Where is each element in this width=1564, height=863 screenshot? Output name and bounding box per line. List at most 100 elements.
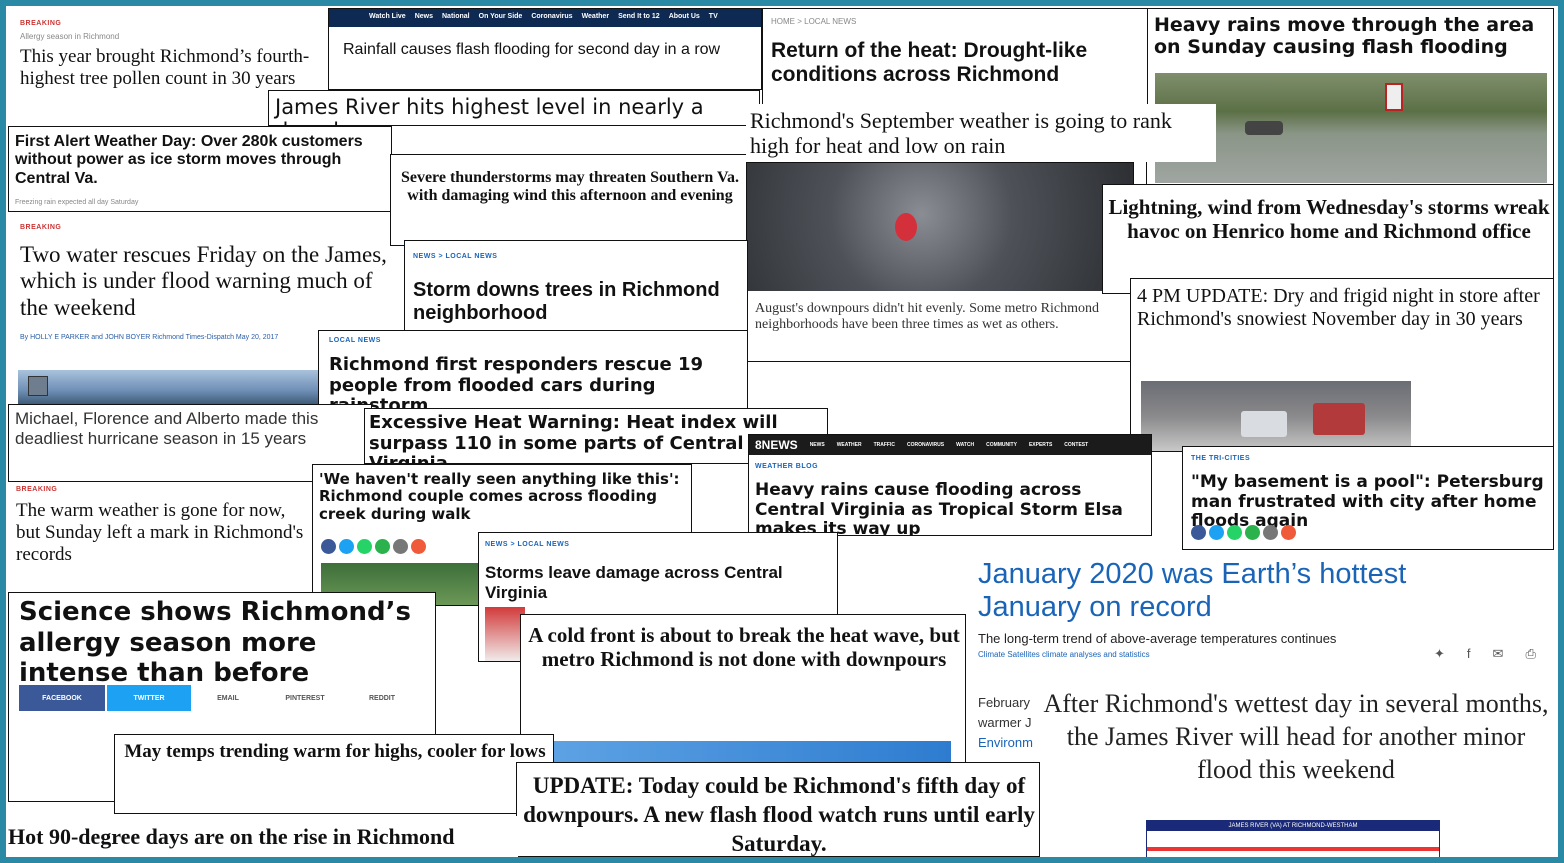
headline-card-ice-storm[interactable]: First Alert Weather Day: Over 280k custo… [8, 126, 392, 212]
nav-community[interactable]: COMMUNITY [986, 442, 1017, 448]
headline: Richmond first responders rescue 19 peop… [329, 354, 704, 412]
headline: "My basement is a pool": Petersburg man … [1191, 472, 1544, 532]
headline: After Richmond's wettest day in several … [1043, 689, 1549, 784]
subhead: Freezing rain expected all day Saturday [15, 199, 139, 206]
sky-photo [551, 741, 951, 763]
share-icons [1191, 525, 1296, 540]
twitter-icon[interactable]: ✦ [1434, 646, 1445, 662]
share-icons: ✦ f ✉ ⎙ [1434, 646, 1536, 662]
whatsapp-icon[interactable] [1227, 525, 1242, 540]
print-icon[interactable]: ⎙ [1525, 646, 1535, 662]
snow-street-photo [1141, 381, 1411, 451]
headline-card-petersburg-basement[interactable]: THE TRI-CITIES "My basement is a pool": … [1182, 446, 1554, 550]
headline-card-rainfall-flash-flooding[interactable]: Watch Live News National On Your Side Co… [328, 8, 762, 90]
headline-card-snowiest-november[interactable]: 4 PM UPDATE: Dry and frigid night in sto… [1130, 278, 1554, 452]
nav-send-it[interactable]: Send It to 12 [618, 13, 660, 20]
headline-card-fifth-day-downpours[interactable]: UPDATE: Today could be Richmond's fifth … [516, 762, 1040, 857]
caption: August's downpours didn't hit evenly. So… [755, 301, 1100, 333]
nav-watch[interactable]: WATCH [956, 442, 974, 448]
article-fragment[interactable]: Environm [978, 735, 1033, 750]
kicker: LOCAL NEWS [329, 337, 381, 344]
more-icon[interactable] [1281, 525, 1296, 540]
collage: BREAKING Allergy season in Richmond This… [6, 6, 1558, 857]
twitter-icon[interactable] [339, 539, 354, 554]
nav-coronavirus[interactable]: CORONAVIRUS [907, 442, 944, 448]
article-fragment: warmer J [978, 715, 1032, 730]
breadcrumb: NEWS > LOCAL NEWS [413, 253, 498, 260]
headline-card-hot-90-degree-days[interactable]: Hot 90-degree days are on the rise in Ri… [8, 816, 518, 857]
nav-news[interactable]: NEWS [810, 442, 825, 448]
site-nav: Watch Live News National On Your Side Co… [369, 13, 718, 20]
headline: Hot 90-degree days are on the rise in Ri… [8, 824, 455, 849]
facebook-icon[interactable] [321, 539, 336, 554]
headline: Two water rescues Friday on the James, w… [20, 242, 387, 320]
headline: Lightning, wind from Wednesday's storms … [1108, 195, 1550, 244]
email-icon[interactable] [1263, 525, 1278, 540]
email-icon[interactable]: ✉ [1493, 646, 1504, 662]
email-icon[interactable] [393, 539, 408, 554]
facebook-icon[interactable]: f [1467, 646, 1471, 662]
headline-card-august-downpours[interactable]: August's downpours didn't hit evenly. So… [746, 162, 1134, 362]
tags[interactable]: Climate Satellites climate analyses and … [978, 650, 1150, 660]
headline-card-warm-weather-gone[interactable]: BREAKING The warm weather is gone for no… [8, 482, 312, 600]
more-icon[interactable] [411, 539, 426, 554]
facebook-button[interactable]: FACEBOOK [19, 685, 105, 711]
nav-weather[interactable]: WEATHER [837, 442, 862, 448]
headline-card-may-temps[interactable]: May temps trending warm for highs, coole… [114, 734, 554, 814]
headline: A cold front is about to break the heat … [528, 623, 960, 672]
email-button[interactable]: EMAIL [193, 685, 263, 711]
river-gauge-chart: JAMES RIVER (VA) AT RICHMOND-WESTHAM [1146, 820, 1440, 857]
headline-card-tropical-storm-elsa[interactable]: 8NEWS NEWS WEATHER TRAFFIC CORONAVIRUS W… [748, 434, 1152, 536]
kicker: THE TRI-CITIES [1191, 455, 1251, 462]
kicker: WEATHER BLOG [755, 463, 819, 470]
facebook-icon[interactable] [1191, 525, 1206, 540]
headline: Storms leave damage across Central Virgi… [485, 563, 783, 602]
headline-card-wettest-day[interactable]: After Richmond's wettest day in several … [1038, 682, 1554, 857]
nav-coronavirus[interactable]: Coronavirus [531, 13, 572, 20]
nav-news[interactable]: News [415, 13, 433, 20]
headline-card-james-river-level[interactable]: James River hits highest level in nearly… [268, 90, 760, 126]
headline: Michael, Florence and Alberto made this … [15, 409, 319, 448]
headline: January 2020 was Earth’s hottest January… [978, 558, 1407, 624]
share-icons [321, 539, 426, 554]
nav-on-your-side[interactable]: On Your Side [479, 13, 523, 20]
sms-icon[interactable] [375, 539, 390, 554]
headline: Rainfall causes flash flooding for secon… [343, 41, 721, 58]
subhead: Allergy season in Richmond [20, 32, 120, 41]
nav-traffic[interactable]: TRAFFIC [874, 442, 895, 448]
kicker: BREAKING [20, 20, 62, 27]
nav-about-us[interactable]: About Us [669, 13, 700, 20]
whatsapp-icon[interactable] [357, 539, 372, 554]
twitter-button[interactable]: TWITTER [107, 685, 191, 711]
headline: 'We haven't really seen anything like th… [319, 470, 680, 523]
rain-window-photo [747, 163, 1133, 291]
kicker: BREAKING [16, 486, 58, 493]
headline-card-storm-downs-trees[interactable]: NEWS > LOCAL NEWS Storm downs trees in R… [404, 240, 748, 332]
headline-card-severe-thunderstorms[interactable]: Severe thunderstorms may threaten Southe… [390, 154, 748, 246]
headline: 4 PM UPDATE: Dry and frigid night in sto… [1137, 285, 1540, 330]
nav-experts[interactable]: EXPERTS [1029, 442, 1052, 448]
headline-card-september-weather[interactable]: Richmond's September weather is going to… [746, 104, 1216, 162]
headline: Storm downs trees in Richmond neighborho… [413, 279, 720, 324]
site-logo[interactable]: 8NEWS [755, 438, 798, 452]
headline: Richmond's September weather is going to… [750, 108, 1172, 159]
headline: Heavy rains cause flooding across Centra… [755, 480, 1123, 536]
headline-card-cold-front[interactable]: A cold front is about to break the heat … [520, 614, 966, 764]
headline: Return of the heat: Drought-like conditi… [771, 39, 1088, 87]
headline: First Alert Weather Day: Over 280k custo… [15, 133, 363, 187]
nav-national[interactable]: National [442, 13, 470, 20]
breadcrumb: NEWS > LOCAL NEWS [485, 541, 570, 548]
pinterest-button[interactable]: PINTEREST [265, 685, 345, 711]
flood-stage-line [1147, 847, 1439, 851]
subhead: The long-term trend of above-average tem… [978, 631, 1337, 646]
headline: Heavy rains move through the area on Sun… [1154, 14, 1535, 58]
twitter-icon[interactable] [1209, 525, 1224, 540]
nav-contest[interactable]: CONTEST [1064, 442, 1088, 448]
nav-weather[interactable]: Weather [582, 13, 610, 20]
nav-watch-live[interactable]: Watch Live [369, 13, 406, 20]
nav-tv[interactable]: TV [709, 13, 718, 20]
sms-icon[interactable] [1245, 525, 1260, 540]
reddit-button[interactable]: REDDIT [347, 685, 417, 711]
headline-card-return-of-heat[interactable]: HOME > LOCAL NEWS Return of the heat: Dr… [762, 8, 1148, 108]
headline-card-first-responders[interactable]: LOCAL NEWS Richmond first responders res… [318, 330, 748, 412]
